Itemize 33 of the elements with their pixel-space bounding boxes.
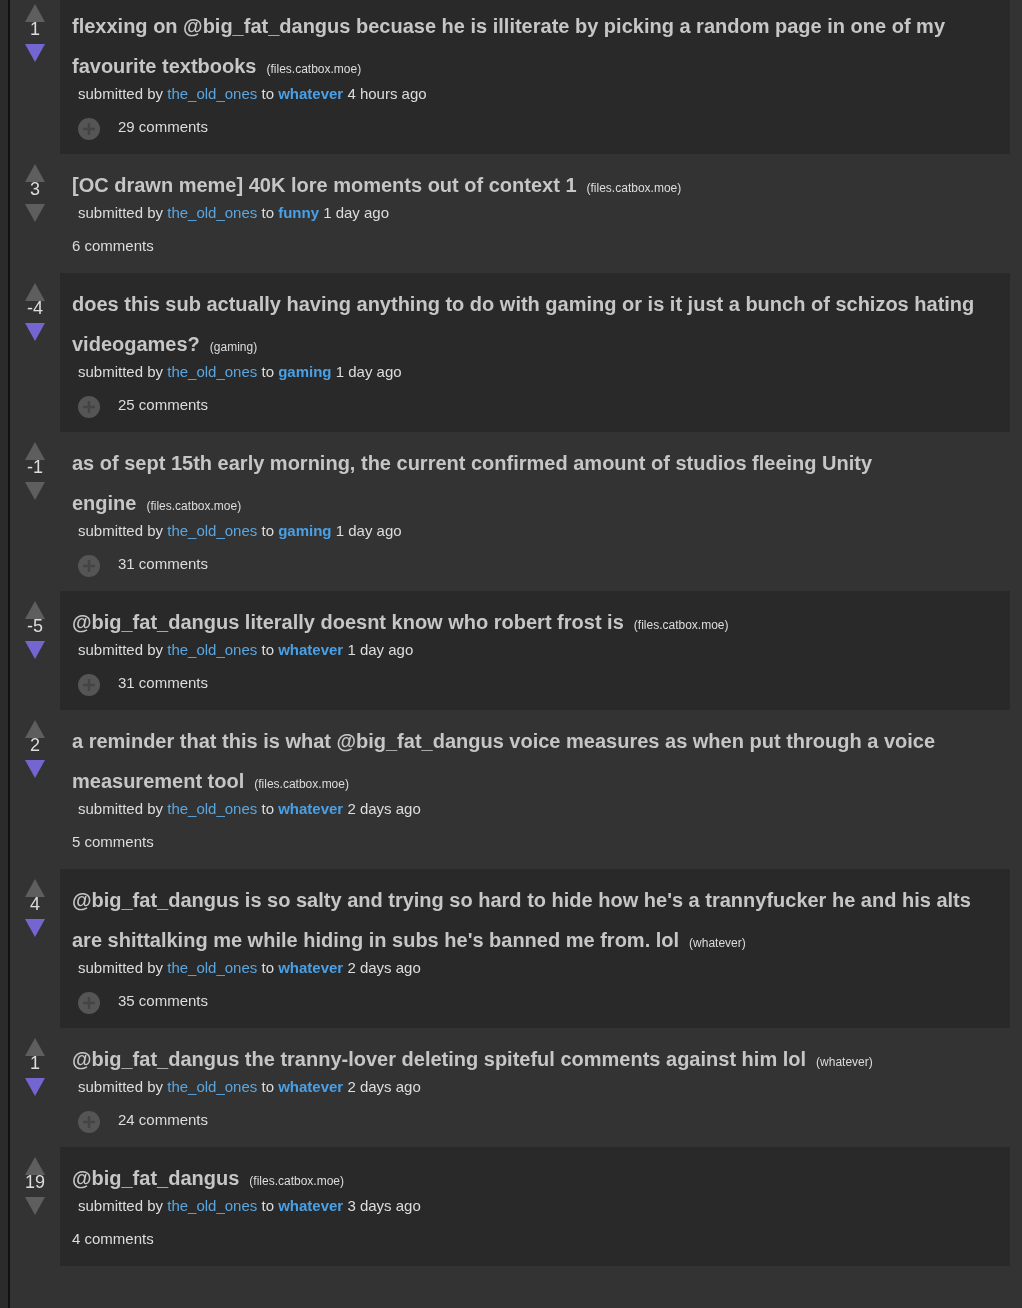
score: -1 — [27, 456, 43, 478]
score: -4 — [27, 297, 43, 319]
post-domain: (files.catbox.moe) — [633, 618, 729, 632]
expand-icon[interactable] — [78, 116, 100, 138]
expand-icon[interactable] — [78, 553, 100, 575]
post-domain: (files.catbox.moe) — [249, 1174, 344, 1188]
score: 3 — [30, 178, 40, 200]
post-domain: (files.catbox.moe) — [586, 181, 682, 195]
expand-icon[interactable] — [78, 672, 100, 694]
comments-link[interactable]: 31 comments — [118, 552, 209, 576]
comments-link[interactable]: 29 comments — [118, 115, 209, 139]
score: 19 — [25, 1171, 45, 1193]
comments-link[interactable]: 35 comments — [118, 989, 209, 1013]
score: 4 — [30, 893, 40, 915]
expand-icon[interactable] — [78, 990, 100, 1012]
post-domain: (whatever) — [816, 1055, 873, 1069]
comments-link[interactable]: 24 comments — [118, 1108, 209, 1132]
comments-link[interactable]: 31 comments — [118, 671, 209, 695]
post-domain: (whatever) — [689, 936, 746, 950]
score: 1 — [30, 18, 40, 40]
post-domain: (gaming) — [209, 340, 258, 354]
post-domain: (files.catbox.moe) — [266, 62, 362, 76]
score: 1 — [30, 1052, 40, 1074]
expand-icon[interactable] — [78, 394, 100, 416]
post-domain: (files.catbox.moe) — [254, 777, 349, 791]
comments-link[interactable]: 5 comments — [72, 830, 154, 854]
post-domain: (files.catbox.moe) — [146, 499, 242, 513]
expand-icon[interactable] — [78, 1109, 100, 1131]
score: 2 — [30, 734, 40, 756]
comments-link[interactable]: 4 comments — [72, 1227, 154, 1251]
score: -5 — [27, 615, 43, 637]
comments-link[interactable]: 6 comments — [72, 234, 154, 258]
comments-link[interactable]: 25 comments — [118, 393, 209, 417]
